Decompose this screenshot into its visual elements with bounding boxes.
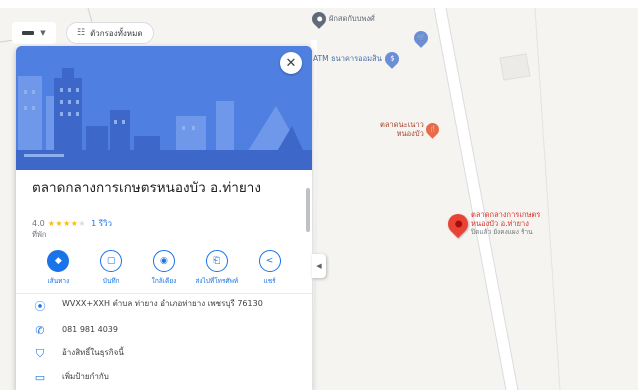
layers-icon	[22, 31, 35, 35]
poi-label: ATM ธนาคารออมสิน	[313, 54, 382, 63]
map-layers-button[interactable]: ▼	[12, 22, 56, 44]
phone-text: 081 981 4039	[62, 325, 118, 334]
action-label: ใกล้เคียง	[151, 277, 177, 285]
directions-button[interactable]: ◆ เส้นทาง	[35, 250, 81, 293]
marker-name-line: หนองบัว อ.ท่ายาง	[471, 219, 529, 228]
send-to-phone-button[interactable]: ⎗ ส่งไปที่โทรศัพท์	[194, 250, 240, 293]
star-filled-icon: ★	[63, 219, 71, 228]
poi-shopping[interactable]: 🛒	[411, 28, 431, 48]
star-empty-icon: ★	[78, 219, 87, 228]
panel-scrollbar[interactable]	[306, 188, 310, 232]
rating-value: 4.0	[32, 219, 45, 228]
place-details-list: ⦿ WVXX+XXH ตำบล ท่ายาง อำเภอท่ายาง เพชรบ…	[16, 298, 312, 390]
place-hero-image: ✕	[16, 46, 312, 170]
bookmark-icon: ▢	[100, 250, 123, 272]
chevron-left-icon: ◀	[316, 262, 322, 270]
claim-business-row[interactable]: ⛉ อ้างสิทธิ์ในธุรกิจนี้	[16, 347, 312, 361]
shopping-cart-pin-icon: 🛒	[411, 28, 431, 48]
atm-pin-icon: $	[381, 49, 402, 69]
place-category[interactable]: ที่พัก	[32, 229, 46, 241]
nearby-button[interactable]: ◉ ใกล้เคียง	[141, 250, 187, 293]
poi-market-nongbua[interactable]: ตลาดนะเนาว หนองบัว 🍴	[380, 119, 442, 139]
poi-vegetable-shop[interactable]: ผักสดกับบพงศ์	[309, 9, 375, 29]
save-button[interactable]: ▢ บันทึก	[88, 250, 134, 293]
action-label: ส่งไปที่โทรศัพท์	[195, 277, 239, 285]
action-label: เส้นทาง	[47, 277, 70, 285]
shop-pin-icon	[309, 9, 329, 29]
chevron-down-icon: ▼	[40, 29, 46, 37]
food-pin-icon: 🍴	[423, 119, 442, 139]
share-icon: <	[258, 250, 281, 272]
selected-place-marker[interactable]: ตลาดกลางการเกษตร หนองบัว อ.ท่ายาง ปิดแล้…	[443, 209, 540, 238]
close-icon: ✕	[285, 55, 297, 71]
place-panel: ✕ ตลาดกลางการเกษตรหนองบัว อ.ท่ายาง 4.0 ★…	[16, 46, 312, 390]
collapse-panel-button[interactable]: ◀	[312, 254, 326, 278]
marker-label: ตลาดกลางการเกษตร หนองบัว อ.ท่ายาง ปิดแล้…	[471, 210, 540, 237]
phone-row[interactable]: ✆ 081 981 4039	[16, 324, 312, 337]
poi-label: ตลาดนะเนาว หนองบัว	[380, 120, 424, 138]
verified-icon: ⛉	[35, 347, 45, 360]
marker-subtitle: ปิดแล้ว ยังคงแผง ร้าน	[471, 228, 533, 236]
directions-icon: ◆	[47, 250, 70, 272]
phone-icon: ✆	[35, 324, 45, 337]
send-to-phone-icon: ⎗	[205, 250, 228, 272]
poi-label-line: หนองบัว	[396, 129, 424, 138]
review-count-link[interactable]: 1 รีวิว	[91, 217, 112, 230]
marker-name-line: ตลาดกลางการเกษตร	[471, 210, 541, 219]
claim-business-text: อ้างสิทธิ์ในธุรกิจนี้	[62, 348, 124, 357]
rating-stars: ★★★★★	[48, 219, 86, 228]
filter-icon: ☷	[77, 28, 86, 38]
add-label-row[interactable]: ▭ เพิ่มป้ายกำกับ	[16, 371, 312, 384]
filter-label: ตัวกรองทั้งหมด	[90, 28, 143, 38]
action-bar: ◆ เส้นทาง ▢ บันทึก ◉ ใกล้เคียง ⎗ ส่งไปที…	[16, 250, 312, 294]
action-label: แชร์	[263, 277, 276, 285]
place-title: ตลาดกลางการเกษตรหนองบัว อ.ท่ายาง	[32, 180, 261, 196]
star-filled-icon: ★	[55, 219, 64, 228]
city-illustration	[16, 46, 312, 170]
poi-label: ผักสดกับบพงศ์	[329, 14, 375, 23]
all-filters-button[interactable]: ☷ ตัวกรองทั้งหมด	[66, 22, 154, 44]
address-row[interactable]: ⦿ WVXX+XXH ตำบล ท่ายาง อำเภอท่ายาง เพชรบ…	[16, 298, 312, 314]
nearby-icon: ◉	[152, 250, 175, 272]
poi-label-line: ตลาดนะเนาว	[380, 120, 424, 129]
share-button[interactable]: < แชร์	[247, 250, 293, 293]
label-icon: ▭	[34, 371, 46, 384]
address-text: WVXX+XXH ตำบล ท่ายาง อำเภอท่ายาง เพชรบุร…	[62, 299, 263, 308]
add-label-text: เพิ่มป้ายกำกับ	[62, 372, 109, 381]
poi-atm[interactable]: ATM ธนาคารออมสิน $	[313, 49, 402, 69]
map-marker-icon	[443, 209, 473, 238]
action-label: บันทึก	[102, 277, 120, 285]
location-pin-icon: ⦿	[34, 300, 46, 313]
close-button[interactable]: ✕	[280, 52, 302, 74]
